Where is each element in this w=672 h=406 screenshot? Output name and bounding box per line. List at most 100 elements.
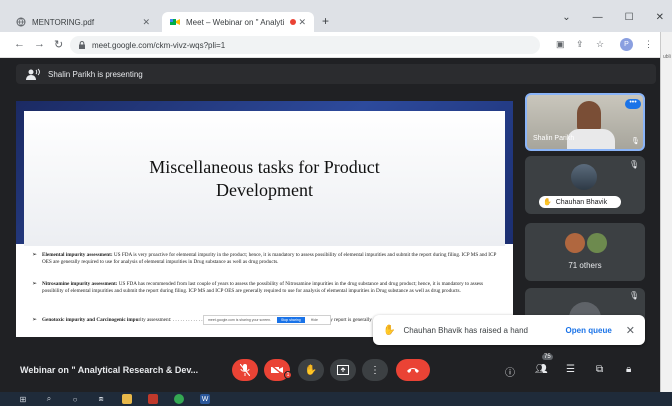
avatar (587, 233, 607, 253)
windows-start-icon[interactable]: ⊞ (18, 394, 28, 404)
bullet-heading: Genotoxic impurity and Carcinogenic impu (42, 317, 139, 323)
address-bar[interactable]: meet.google.com/ckm-vivz-wqs?pli=1 (70, 36, 540, 54)
presenting-banner: Shalin Parikh is presenting (16, 64, 656, 84)
close-icon[interactable]: ✕ (626, 324, 635, 337)
participant-video-head (577, 101, 601, 131)
meeting-details-icon[interactable]: ⓘ (505, 364, 515, 379)
host-controls-icon[interactable]: 🔒︎ (626, 364, 631, 375)
tab-mentoring-pdf[interactable]: MENTORING.pdf ✕ (8, 12, 158, 32)
search-icon[interactable]: ⌕ (44, 394, 54, 404)
end-call-icon (407, 368, 419, 373)
recording-icon (290, 19, 297, 25)
url-text: meet.google.com/ckm-vivz-wqs?pli=1 (92, 40, 226, 50)
slide-bullet: ➢ Nitrosamine impurity assessment: US FD… (32, 281, 504, 295)
raised-hand-toast: ✋ Chauhan Bhavik has raised a hand Open … (373, 315, 645, 345)
slide-title-line: Development (216, 179, 313, 200)
chat-icon[interactable]: ☰ (566, 364, 575, 375)
presenting-text: Shalin Parikh is presenting (48, 69, 143, 79)
mic-off-icon: 🎙︎ (631, 138, 640, 145)
tab-search-icon[interactable]: ⌄ (562, 12, 570, 23)
presenting-icon (26, 68, 40, 80)
hand-icon: ✋ (304, 364, 318, 376)
browser-tab-strip: MENTORING.pdf ✕ Meet – Webinar on " Anal… (0, 0, 672, 32)
bullet-heading: Nitrosamine impurity assessment: (42, 281, 118, 287)
close-tab-icon[interactable]: ✕ (298, 17, 306, 28)
shared-slide: Miscellaneous tasks for Product Developm… (16, 101, 513, 337)
meet-logo-icon (170, 17, 180, 27)
present-screen-icon (337, 365, 349, 375)
camera-off-icon (271, 365, 283, 375)
reload-icon[interactable]: ↻ (54, 38, 63, 51)
raised-hand-icon: ✋ (543, 199, 552, 206)
slide-title-panel: Miscellaneous tasks for Product Developm… (24, 111, 505, 246)
slide-bullet: ➢ Elemental impurity assessment: US FDA … (32, 252, 504, 266)
bullet-arrow-icon: ➢ (32, 281, 38, 287)
participant-name: Chauhan Bhavik (555, 198, 608, 206)
screen: MENTORING.pdf ✕ Meet – Webinar on " Anal… (0, 0, 672, 406)
background-window-sliver: ubli (660, 32, 672, 392)
meet-stage: Shalin Parikh is presenting Miscellaneou… (0, 58, 660, 392)
more-options-button[interactable]: ••• (625, 99, 641, 109)
os-taskbar: ⊞ ⌕ ○ ⧈ W (0, 392, 672, 406)
meeting-title: Webinar on " Analytical Research & Dev..… (20, 365, 199, 375)
maximize-icon[interactable]: ☐ (625, 12, 634, 23)
chrome-icon[interactable] (174, 394, 184, 404)
new-tab-button[interactable]: + (322, 14, 329, 28)
mic-toggle-button[interactable] (232, 359, 258, 381)
slide-title: Miscellaneous tasks for Product Developm… (85, 156, 445, 202)
hide-share-notice-button[interactable]: Hide (311, 318, 318, 322)
open-queue-button[interactable]: Open queue (566, 326, 612, 335)
leave-call-button[interactable] (396, 359, 430, 381)
profile-avatar[interactable]: P (620, 38, 633, 51)
avatar (565, 233, 585, 253)
tab-title: Meet – Webinar on " Analyti (186, 17, 285, 27)
close-tab-icon[interactable]: ✕ (142, 17, 150, 28)
participant-name-chip: ✋ Chauhan Bhavik (539, 196, 621, 208)
share-icon[interactable]: ⇪ (576, 39, 584, 50)
background-window-text: ubli (663, 54, 671, 60)
browser-toolbar: ← → ↻ meet.google.com/ckm-vivz-wqs?pli=1… (0, 32, 660, 58)
bullet-heading: Elemental impurity assessment: (42, 252, 113, 258)
participant-tile-chauhan[interactable]: 🎙︎ ✋ Chauhan Bhavik (525, 156, 645, 214)
people-icon[interactable]: 👥︎ (535, 364, 548, 375)
menu-icon[interactable]: ⋮ (644, 39, 653, 50)
others-count: 71 others (568, 261, 602, 270)
stop-sharing-button[interactable]: Stop sharing (277, 317, 305, 323)
share-notice-text: meet.google.com is sharing your screen. (208, 318, 272, 322)
camera-in-use-icon[interactable]: ▣ (556, 39, 565, 50)
meeting-controls-bar: Webinar on " Analytical Research & Dev..… (0, 353, 660, 392)
raise-hand-button[interactable]: ✋ (298, 359, 324, 381)
more-vert-icon: ⋮ (370, 364, 380, 376)
close-window-icon[interactable]: ✕ (656, 12, 664, 23)
participant-tile-self[interactable]: ••• Shalin Parikh 🎙︎ (525, 93, 645, 151)
participant-name: Shalin Parikh (533, 135, 575, 142)
participants-count-badge: 75 (542, 354, 553, 360)
globe-icon (16, 17, 26, 27)
raised-hand-message: Chauhan Bhavik has raised a hand (403, 325, 528, 335)
raised-hand-icon: ✋ (383, 324, 396, 336)
screen-share-notice: meet.google.com is sharing your screen. … (203, 315, 331, 325)
bullet-arrow-icon: ➢ (32, 252, 38, 258)
bookmark-star-icon[interactable]: ☆ (596, 39, 604, 50)
task-view-icon[interactable]: ⧈ (96, 394, 106, 404)
mic-off-icon: 🎙︎ (629, 291, 640, 300)
mic-off-icon (240, 364, 250, 376)
minimize-icon[interactable]: — (593, 12, 603, 23)
camera-alert-badge: 1 (284, 371, 292, 379)
app-icon[interactable] (148, 394, 158, 404)
slide-title-line: Miscellaneous tasks for Product (149, 156, 380, 177)
word-icon[interactable]: W (200, 394, 210, 404)
avatar (571, 164, 597, 190)
cortana-icon[interactable]: ○ (70, 394, 80, 404)
file-explorer-icon[interactable] (122, 394, 132, 404)
participant-tile-others[interactable]: 71 others (525, 223, 645, 281)
back-icon[interactable]: ← (14, 38, 25, 50)
tab-title: MENTORING.pdf (32, 17, 95, 27)
present-now-button[interactable] (330, 359, 356, 381)
more-options-button[interactable]: ⋮ (362, 359, 388, 381)
forward-icon[interactable]: → (34, 38, 45, 50)
activities-icon[interactable]: ⧉ (596, 364, 603, 375)
bullet-arrow-icon: ➢ (32, 317, 38, 323)
tab-meet[interactable]: Meet – Webinar on " Analyti ✕ (162, 12, 314, 32)
mic-off-icon: 🎙︎ (629, 160, 640, 169)
